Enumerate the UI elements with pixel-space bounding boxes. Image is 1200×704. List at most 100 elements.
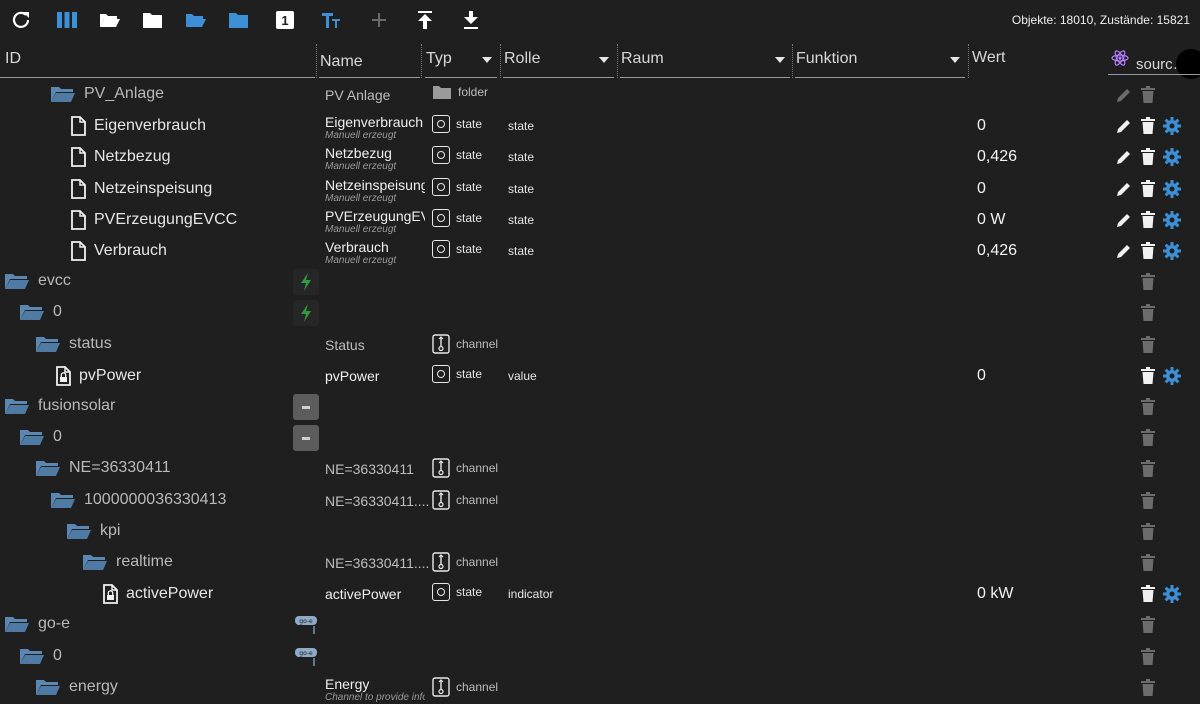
row-role[interactable]: state <box>508 119 534 133</box>
delete-icon[interactable] <box>1138 335 1158 355</box>
delete-icon[interactable] <box>1138 678 1158 698</box>
row-id[interactable]: 0 <box>19 303 62 321</box>
edit-icon[interactable] <box>1114 85 1134 105</box>
locked-file-icon[interactable] <box>55 365 71 386</box>
locked-file-icon[interactable] <box>102 584 118 605</box>
table-row[interactable]: activePower activePower state indicator 0 kW <box>0 579 1200 610</box>
edit-icon[interactable] <box>1114 179 1134 199</box>
table-row[interactable]: realtime NE=36330411.... channel <box>0 548 1200 579</box>
file-icon[interactable] <box>70 116 86 137</box>
table-row[interactable]: 0 <box>0 423 1200 454</box>
table-row[interactable]: PV_Anlage PV Anlage folder <box>0 80 1200 111</box>
edit-icon[interactable] <box>1114 147 1134 167</box>
delete-icon[interactable] <box>1138 459 1158 479</box>
column-divider[interactable] <box>617 44 618 78</box>
delete-icon[interactable] <box>1138 85 1158 105</box>
delete-icon[interactable] <box>1138 522 1158 542</box>
file-icon[interactable] <box>70 147 86 168</box>
folder-icon[interactable] <box>19 647 45 665</box>
row-name[interactable]: Verbrauch Manuell erzeugt <box>325 240 425 266</box>
row-id[interactable]: Netzeinspeisung <box>70 178 212 199</box>
row-value[interactable]: 0 <box>977 180 986 198</box>
row-role[interactable]: state <box>508 182 534 196</box>
header-raum[interactable]: Raum <box>621 50 664 68</box>
column-divider[interactable] <box>500 44 501 78</box>
folder-icon[interactable] <box>35 335 61 353</box>
header-wert[interactable]: Wert <box>972 49 1005 67</box>
delete-icon[interactable] <box>1138 647 1158 667</box>
file-icon[interactable] <box>70 178 86 199</box>
folder-icon[interactable] <box>82 553 108 571</box>
row-id[interactable]: 0 <box>19 428 62 446</box>
row-id[interactable]: activePower <box>102 584 213 605</box>
row-name-label[interactable]: pvPower <box>325 368 379 384</box>
row-id[interactable]: realtime <box>82 553 173 571</box>
settings-gear-icon[interactable] <box>1162 116 1182 136</box>
settings-gear-icon[interactable] <box>1162 210 1182 230</box>
header-rolle[interactable]: Rolle <box>504 50 540 68</box>
table-row[interactable]: 0 <box>0 298 1200 329</box>
one-icon[interactable]: 1 <box>272 8 298 32</box>
table-row[interactable]: Netzeinspeisung Netzeinspeisung Manuell er… <box>0 174 1200 205</box>
folder-icon[interactable] <box>66 522 92 540</box>
row-name[interactable]: PVErzeugungEVCCManuell erzeugt <box>325 209 425 235</box>
row-id[interactable]: energy <box>35 678 118 696</box>
refresh-icon[interactable] <box>8 8 34 32</box>
rolle-dropdown-icon[interactable] <box>599 57 609 63</box>
upload-icon[interactable] <box>412 8 438 32</box>
row-id[interactable]: go-e <box>4 615 70 633</box>
delete-icon[interactable] <box>1138 241 1158 261</box>
delete-icon[interactable] <box>1138 366 1158 386</box>
row-id[interactable]: Netzbezug <box>70 147 171 168</box>
row-name-label[interactable]: Status <box>325 337 365 353</box>
settings-gear-icon[interactable] <box>1162 584 1182 604</box>
header-id[interactable]: ID <box>5 50 21 68</box>
delete-icon[interactable] <box>1138 303 1158 323</box>
table-row[interactable]: 0 go-e <box>0 642 1200 673</box>
settings-gear-icon[interactable] <box>1162 147 1182 167</box>
row-id[interactable]: PV_Anlage <box>50 85 164 103</box>
row-name-label[interactable]: NE=36330411.... <box>325 555 429 571</box>
row-id[interactable]: kpi <box>66 522 120 540</box>
row-id[interactable]: NE=36330411 <box>35 459 171 477</box>
text-size-icon[interactable] <box>318 8 344 32</box>
row-value[interactable]: 0,426 <box>977 242 1017 260</box>
row-value[interactable]: 0 <box>977 117 986 135</box>
row-name-label[interactable]: activePower <box>325 586 401 602</box>
delete-icon[interactable] <box>1138 491 1158 511</box>
folder-blue-icon[interactable] <box>226 8 252 32</box>
row-value[interactable]: 0 W <box>977 211 1005 229</box>
delete-icon[interactable] <box>1138 553 1158 573</box>
row-id[interactable]: fusionsolar <box>4 397 115 415</box>
edit-icon[interactable] <box>1114 116 1134 136</box>
row-id[interactable]: evcc <box>4 272 71 290</box>
delete-icon[interactable] <box>1138 428 1158 448</box>
row-name-label[interactable]: NE=36330411 <box>325 461 414 477</box>
row-role[interactable]: indicator <box>508 587 553 601</box>
column-divider[interactable] <box>421 44 422 78</box>
row-id[interactable]: pvPower <box>55 365 141 386</box>
folder-icon[interactable] <box>4 272 30 290</box>
add-icon[interactable] <box>366 8 392 32</box>
row-role[interactable]: state <box>508 150 534 164</box>
header-funktion[interactable]: Funktion <box>796 50 857 68</box>
folder-icon[interactable] <box>4 615 30 633</box>
column-divider[interactable] <box>792 44 793 78</box>
delete-icon[interactable] <box>1138 210 1158 230</box>
row-id[interactable]: 1000000036330413 <box>50 491 226 509</box>
delete-icon[interactable] <box>1138 116 1158 136</box>
table-row[interactable]: PVErzeugungEVCC PVErzeugungEVCCManuell er… <box>0 205 1200 236</box>
header-typ[interactable]: Typ <box>426 50 452 68</box>
atom-icon[interactable] <box>1110 48 1130 73</box>
folder-icon[interactable] <box>50 491 76 509</box>
folder-icon[interactable] <box>50 85 76 103</box>
row-id[interactable]: status <box>35 335 112 353</box>
settings-gear-icon[interactable] <box>1162 366 1182 386</box>
table-row[interactable]: status Status channel <box>0 330 1200 361</box>
columns-icon[interactable] <box>54 8 80 32</box>
folder-icon[interactable] <box>140 8 166 32</box>
table-row[interactable]: energy Energy Channel to provide infor chan… <box>0 673 1200 704</box>
folder-icon[interactable] <box>35 678 61 696</box>
typ-dropdown-icon[interactable] <box>482 57 492 63</box>
row-id[interactable]: PVErzeugungEVCC <box>70 209 237 230</box>
